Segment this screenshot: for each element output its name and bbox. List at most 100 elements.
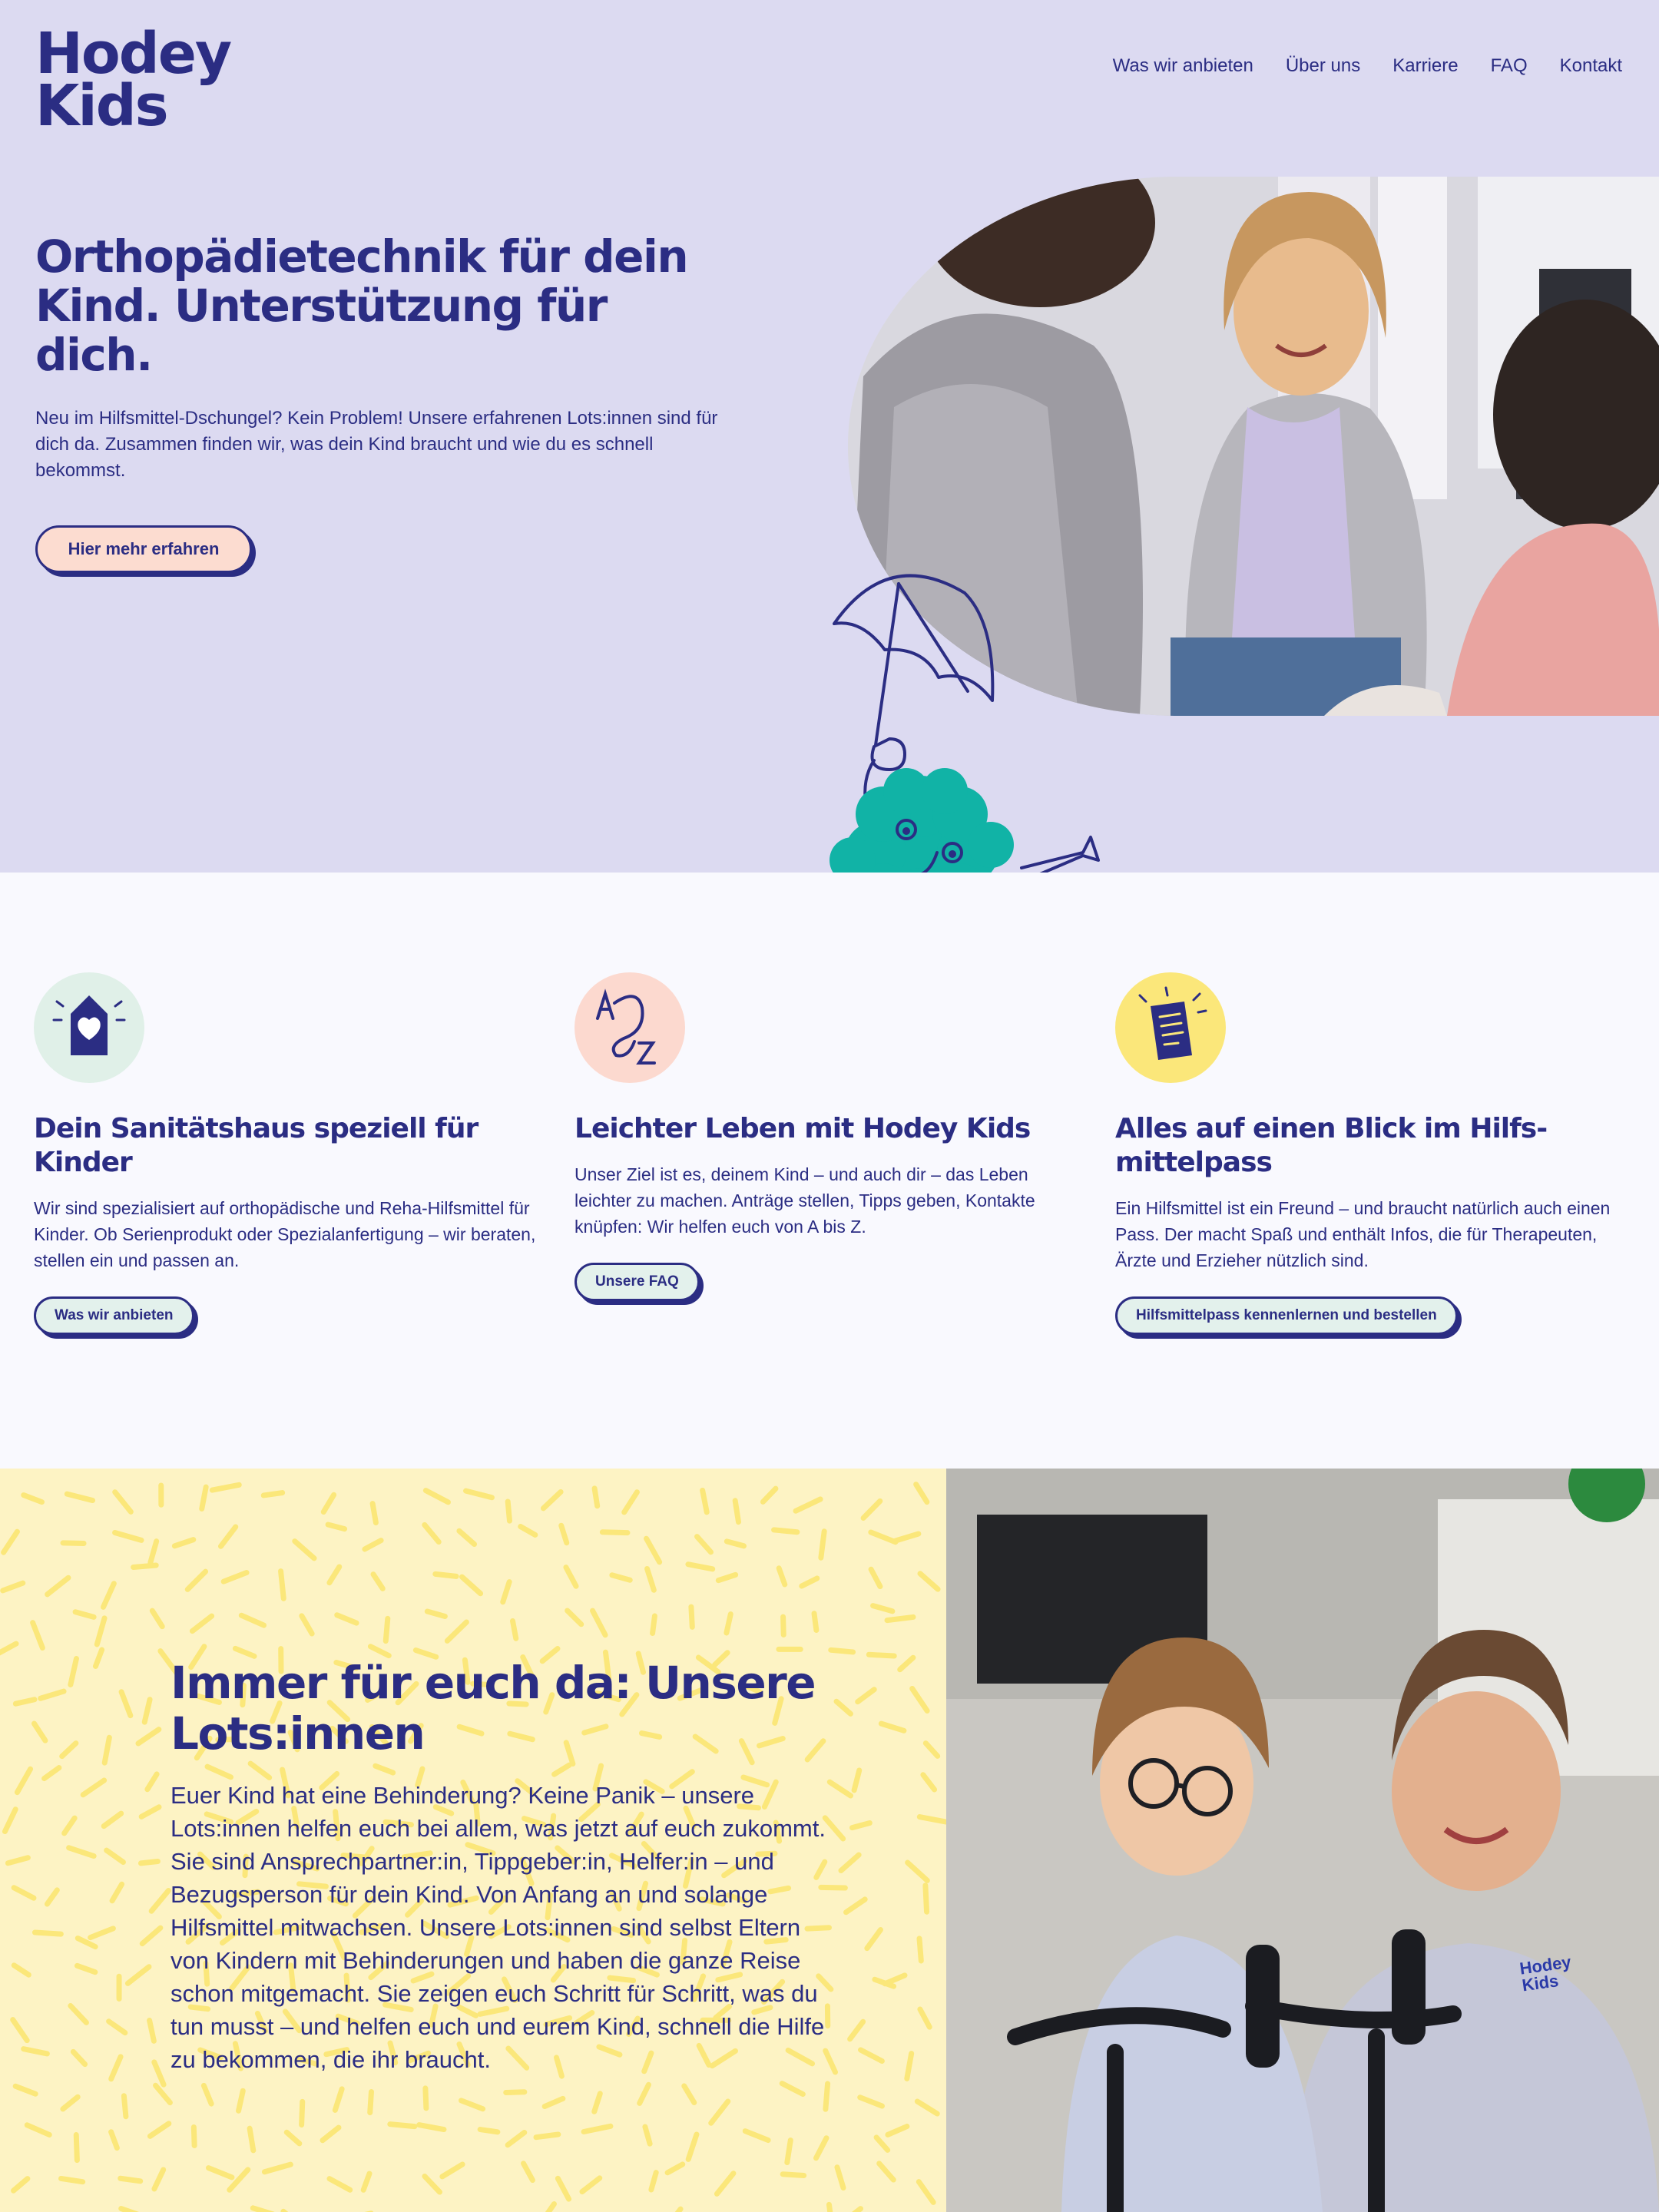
confetti-stroke (904, 2051, 915, 2081)
nav-ueber-uns[interactable]: Über uns (1286, 55, 1360, 77)
confetti-stroke (813, 2135, 830, 2161)
confetti-stroke (505, 1498, 512, 1524)
confetti-stroke (873, 2134, 891, 2153)
unsere-faq-button[interactable]: Unsere FAQ (575, 1263, 700, 1301)
confetti-stroke (581, 2123, 614, 2135)
hilfsmittelpass-button[interactable]: Hilfsmittelpass kennenlernen und bestell… (1115, 1296, 1458, 1335)
confetti-stroke (204, 1763, 234, 1780)
confetti-stroke (5, 1855, 31, 1866)
confetti-stroke (422, 1488, 451, 1505)
lots-text-panel: Immer für euch da: Unsere Lots:innen Eue… (0, 1469, 946, 2212)
hero-more-button[interactable]: Hier mehr erfahren (35, 525, 252, 573)
confetti-stroke (92, 1647, 105, 1669)
confetti-stroke (21, 1492, 45, 1505)
confetti-stroke (868, 1566, 883, 1590)
confetti-stroke (0, 1580, 26, 1594)
confetti-stroke (674, 2206, 684, 2212)
confetti-stroke (382, 1615, 391, 1644)
confetti-stroke (793, 1496, 823, 1514)
confetti-stroke (101, 1734, 112, 1766)
confetti-stroke (141, 1697, 153, 1725)
confetti-stroke (916, 1814, 946, 1825)
confetti-stroke (106, 2018, 128, 2036)
confetti-stroke (858, 2047, 885, 2065)
confetti-stroke (834, 2164, 846, 2191)
confetti-stroke (94, 1615, 108, 1647)
confetti-stroke (59, 1740, 79, 1760)
confetti-stroke (238, 1612, 267, 1628)
confetti-stroke (60, 2094, 81, 2112)
confetti-stroke (151, 2167, 167, 2192)
confetti-stroke (876, 2161, 896, 2183)
confetti-stroke (200, 2082, 214, 2107)
confetti-stroke (505, 2129, 528, 2148)
confetti-stroke (68, 1656, 79, 1687)
confetti-stroke (2, 1806, 18, 1835)
confetti-stroke (416, 2122, 447, 2133)
confetti-stroke (189, 1613, 215, 1634)
confetti-stroke (599, 1529, 631, 1536)
feature-text: Ein Hilfsmittel ist ein Freund – und bra… (1115, 1198, 1611, 1270)
confetti-stroke (681, 2083, 697, 2105)
confetti-stroke (144, 1771, 160, 1793)
confetti-stroke (139, 1925, 164, 1947)
confetti-stroke (892, 1531, 922, 1544)
confetti-stroke (860, 1498, 883, 1521)
confetti-stroke (851, 1767, 863, 1793)
confetti-stroke (31, 1720, 48, 1743)
confetti-stroke (171, 1537, 197, 1549)
confetti-stroke (849, 1820, 873, 1831)
confetti-stroke (685, 1561, 716, 1572)
confetti-stroke (776, 1565, 788, 1588)
confetti-stroke (799, 1575, 820, 1589)
confetti-stroke (149, 1608, 165, 1630)
confetti-stroke (644, 1535, 663, 1565)
confetti-stroke (121, 2093, 129, 2120)
confetti-stroke (916, 2179, 936, 2205)
confetti-stroke (780, 1614, 786, 1637)
confetti-stroke (882, 1972, 908, 1987)
feature-title: Leichter Leben mit Hodey Kids (575, 1113, 1031, 1144)
logo[interactable]: Hodey Kids (35, 25, 232, 134)
confetti-stroke (843, 1896, 868, 1916)
confetti-stroke (917, 1571, 941, 1592)
confetti-stroke (590, 1608, 608, 1638)
confetti-stroke (68, 2003, 89, 2025)
confetti-stroke (299, 1613, 315, 1637)
confetti-stroke (444, 1619, 469, 1644)
confetti-stroke (642, 2124, 653, 2147)
confetti-stroke (0, 1641, 19, 1656)
hero-text: Neu im Hilfsmittel-Dschungel? Kein Probl… (35, 408, 718, 481)
confetti-stroke (838, 1852, 862, 1873)
confetti-stroke (199, 1484, 209, 1512)
confetti-stroke (811, 1611, 820, 1634)
nav-faq[interactable]: FAQ (1491, 55, 1528, 77)
confetti-stroke (509, 1618, 519, 1641)
confetti-stroke (118, 2206, 139, 2212)
confetti-stroke (108, 2129, 120, 2151)
confetti-stroke (260, 1490, 286, 1498)
confetti-stroke (866, 1651, 897, 1659)
confetti-stroke (325, 1522, 348, 1532)
confetti-stroke (101, 1581, 117, 1610)
confetti-stroke (21, 2046, 50, 2057)
confetti-stroke (916, 1936, 924, 1964)
lots-photo-illustration (946, 1469, 1659, 2212)
confetti-stroke (818, 1528, 827, 1561)
was-wir-anbieten-button[interactable]: Was wir anbieten (34, 1296, 194, 1335)
confetti-stroke (118, 2175, 144, 2184)
nav-was-wir-anbieten[interactable]: Was wir anbieten (1113, 55, 1253, 77)
confetti-stroke (387, 2121, 418, 2130)
confetti-stroke (247, 1760, 273, 1780)
confetti-stroke (72, 1609, 97, 1620)
confetti-stroke (885, 2124, 910, 2137)
confetti-stroke (905, 1859, 930, 1883)
confetti-stroke (870, 1603, 896, 1614)
confetti-stroke (708, 2098, 731, 2126)
confetti-stroke (540, 1488, 564, 1512)
confetti-stroke (334, 1612, 359, 1626)
nav-karriere[interactable]: Karriere (1392, 55, 1458, 77)
confetti-stroke (360, 2171, 373, 2193)
confetti-stroke (909, 1685, 930, 1714)
nav-kontakt[interactable]: Kontakt (1560, 55, 1622, 77)
